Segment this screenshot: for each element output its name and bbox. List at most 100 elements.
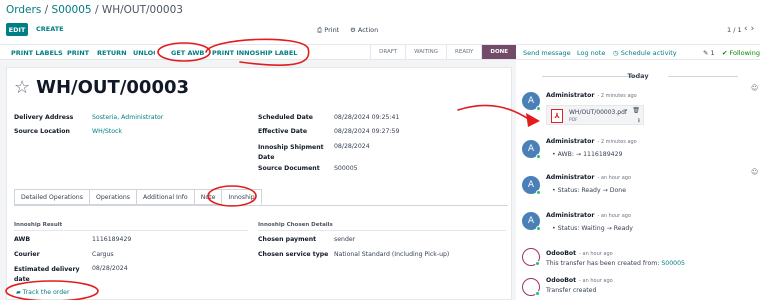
download-icon[interactable]: ⭳ xyxy=(638,116,640,126)
trash-icon[interactable]: 🗑 xyxy=(632,107,640,114)
stage-done[interactable]: DONE xyxy=(481,45,516,59)
stage-draft[interactable]: DRAFT xyxy=(370,45,405,59)
breadcrumb-orders[interactable]: Orders xyxy=(6,4,41,16)
message-time: - an hour ago xyxy=(579,251,613,257)
pager-value[interactable]: 1 / 1 xyxy=(727,26,742,34)
breadcrumb-so[interactable]: S00005 xyxy=(52,4,92,16)
tab-divider xyxy=(14,205,508,206)
estimated-delivery-date-label: Estimated delivery date xyxy=(14,266,80,283)
send-message-button[interactable]: Send message xyxy=(523,49,571,57)
awb-value: 1116189429 xyxy=(92,236,132,243)
online-status-dot xyxy=(535,261,540,266)
control-panel: Orders / S00005 / WH/OUT/00003 EDIT CREA… xyxy=(0,0,760,44)
create-button[interactable]: CREATE xyxy=(36,25,64,33)
awb-label: AWB xyxy=(14,236,31,243)
courier-label: Courier xyxy=(14,251,40,258)
source-order-link[interactable]: S00005 xyxy=(661,260,685,267)
pager-arrows[interactable]: ‹› xyxy=(744,24,757,34)
get-awb-button[interactable]: GET AWB xyxy=(171,49,204,57)
online-status-dot xyxy=(536,154,541,159)
emoji-icon[interactable]: ☺ xyxy=(751,84,758,92)
truck-icon: ▰ xyxy=(16,289,23,296)
chevron-left-icon[interactable]: ‹ xyxy=(744,24,751,34)
print-innoship-label-button[interactable]: PRINT INNOSHIP LABEL xyxy=(212,49,297,57)
track-order-label: Track the order xyxy=(22,289,70,296)
app-root: Orders / S00005 / WH/OUT/00003 EDIT CREA… xyxy=(0,0,760,300)
print-button[interactable]: PRINT xyxy=(67,49,89,57)
online-status-dot xyxy=(536,106,541,111)
source-document-value: S00005 xyxy=(334,165,358,172)
scheduled-date-label: Scheduled Date xyxy=(258,114,313,121)
attachment-count-value: 1 xyxy=(710,48,715,57)
stage-ready[interactable]: READY xyxy=(446,45,481,59)
following-label: Following xyxy=(729,48,760,57)
status-bar: PRINT LABELS PRINT RETURN UNLOCK GET AWB… xyxy=(0,44,516,60)
message-author: Administrator - an hour ago xyxy=(546,174,631,181)
author-name: Administrator xyxy=(546,92,595,99)
print-menu[interactable]: ⎙ Print xyxy=(317,26,339,35)
paperclip-icon: ✎ xyxy=(703,48,711,57)
message-text: Status: Ready → Done xyxy=(557,187,626,194)
tab-additional-info[interactable]: Additional Info xyxy=(135,189,195,205)
message-author: OdooBot - an hour ago xyxy=(546,277,613,284)
print-labels-button[interactable]: PRINT LABELS xyxy=(11,49,63,57)
action-menu[interactable]: ⚙ Action xyxy=(350,26,378,34)
message-author: Administrator - 2 minutes ago xyxy=(546,138,637,145)
message-author: Administrator - an hour ago xyxy=(546,212,631,219)
print-label: Print xyxy=(324,26,340,34)
attachment-card[interactable]: ⅄ WH/OUT/00003.pdf PDF 🗑 ⭳ xyxy=(546,105,644,125)
online-status-dot xyxy=(536,226,541,231)
action-label: Action xyxy=(357,26,379,34)
author-name: OdooBot xyxy=(546,250,577,257)
online-status-dot xyxy=(536,190,541,195)
effective-date-value: 08/28/2024 09:27:59 xyxy=(334,128,400,135)
tab-innoship[interactable]: Innoship xyxy=(221,189,262,205)
scheduled-date-value: 08/28/2024 09:25:41 xyxy=(334,114,400,121)
tab-detailed-operations[interactable]: Detailed Operations xyxy=(14,189,90,205)
attachment-type: PDF xyxy=(569,118,578,123)
avatar: A xyxy=(522,92,541,111)
message-body: This transfer has been created from: S00… xyxy=(546,260,685,267)
effective-date-label: Effective Date xyxy=(258,128,308,135)
breadcrumb-sep: / xyxy=(91,4,102,16)
tab-note[interactable]: Note xyxy=(193,189,223,205)
chevron-right-icon[interactable]: › xyxy=(751,24,758,34)
stage-waiting[interactable]: WAITING xyxy=(405,45,446,59)
schedule-activity-button[interactable]: ◷ Schedule activity xyxy=(613,49,677,57)
source-location-value[interactable]: WH/Stock xyxy=(92,128,122,135)
star-icon[interactable]: ☆ xyxy=(14,77,30,98)
author-name: OdooBot xyxy=(546,277,577,284)
unlock-button[interactable]: UNLOCK xyxy=(133,49,155,57)
message-text: Status: Waiting → Ready xyxy=(557,225,633,232)
estimated-delivery-date-value: 08/28/2024 xyxy=(92,265,128,272)
track-order-link[interactable]: ▰ Track the order xyxy=(16,289,70,296)
stage-pipeline: DRAFT WAITING READY DONE xyxy=(370,45,516,59)
breadcrumb-sep: / xyxy=(41,4,52,16)
return-button[interactable]: RETURN xyxy=(97,49,127,57)
message-time: - 2 minutes ago xyxy=(597,93,637,99)
source-location-label: Source Location xyxy=(14,128,70,135)
message-body: • Status: Ready → Done xyxy=(552,187,626,194)
check-icon: ✔ xyxy=(722,48,730,57)
innoship-shipment-date-label: Innoship Shipment Date xyxy=(258,144,324,161)
record-name: WH/OUT/00003 xyxy=(36,77,190,98)
following-button[interactable]: ✔ Following xyxy=(722,49,760,57)
clock-icon: ◷ xyxy=(613,48,621,57)
chosen-payment-value: sender xyxy=(334,236,356,243)
author-name: Administrator xyxy=(546,174,595,181)
innoship-shipment-date-value: 08/28/2024 xyxy=(334,143,370,150)
log-note-button[interactable]: Log note xyxy=(577,49,605,57)
message-time: - 2 minutes ago xyxy=(597,139,637,145)
emoji-icon[interactable]: ☺ xyxy=(751,168,758,176)
chosen-service-type-value: National Standard (Including Pick-up) xyxy=(334,251,450,258)
message-time: - an hour ago xyxy=(579,278,613,284)
chosen-payment-label: Chosen payment xyxy=(258,236,317,243)
delivery-address-value[interactable]: Sosteria, Administrator xyxy=(92,114,163,121)
edit-button[interactable]: EDIT xyxy=(6,23,28,36)
message-body: • Status: Waiting → Ready xyxy=(552,225,633,232)
avatar: A xyxy=(522,140,541,159)
message-author: OdooBot - an hour ago xyxy=(546,250,613,257)
breadcrumb: Orders / S00005 / WH/OUT/00003 xyxy=(6,4,183,16)
attachment-count[interactable]: ✎ 1 xyxy=(703,49,715,57)
tab-operations[interactable]: Operations xyxy=(88,189,137,205)
